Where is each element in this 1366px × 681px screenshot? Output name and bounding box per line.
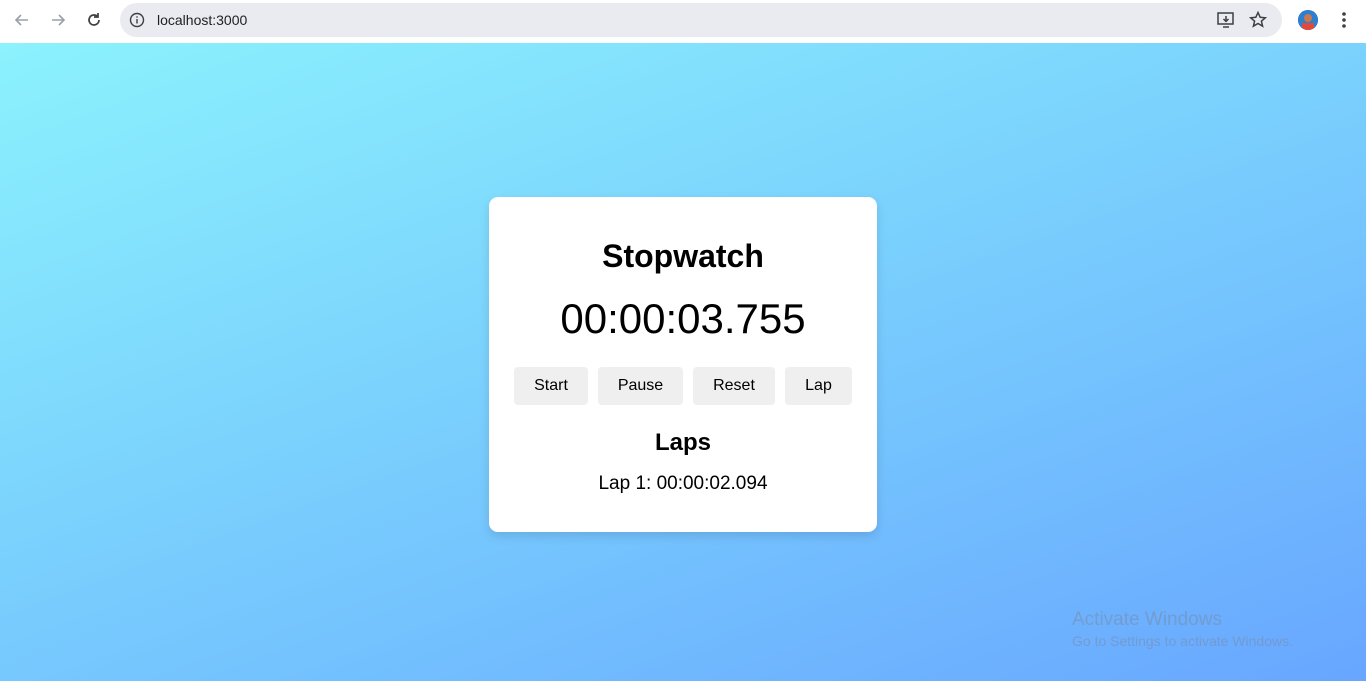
start-button[interactable]: Start bbox=[514, 367, 588, 405]
activate-windows-watermark: Activate Windows Go to Settings to activ… bbox=[1072, 609, 1293, 649]
page-background: Stopwatch 00:00:03.755 Start Pause Reset… bbox=[0, 43, 1366, 681]
reload-icon[interactable] bbox=[82, 8, 106, 32]
page-title: Stopwatch bbox=[602, 238, 764, 274]
pause-button[interactable]: Pause bbox=[598, 367, 683, 405]
address-bar[interactable]: localhost:3000 bbox=[120, 3, 1282, 37]
watermark-subtitle: Go to Settings to activate Windows. bbox=[1072, 633, 1293, 649]
install-app-icon[interactable] bbox=[1216, 10, 1236, 30]
browser-toolbar: localhost:3000 bbox=[0, 0, 1366, 43]
watermark-title: Activate Windows bbox=[1072, 609, 1222, 630]
profile-avatar[interactable] bbox=[1298, 10, 1318, 30]
laps-heading: Laps bbox=[654, 429, 711, 456]
site-info-icon[interactable] bbox=[128, 11, 146, 29]
forward-icon[interactable] bbox=[46, 8, 70, 32]
lap-item: Lap 1: 00:00:02.094 bbox=[598, 473, 768, 494]
stopwatch-card: Stopwatch 00:00:03.755 Start Pause Reset… bbox=[489, 197, 877, 532]
url-text[interactable]: localhost:3000 bbox=[157, 12, 247, 28]
bookmark-star-icon[interactable] bbox=[1248, 10, 1268, 30]
lap-button[interactable]: Lap bbox=[785, 367, 852, 405]
reset-button[interactable]: Reset bbox=[693, 367, 775, 405]
menu-icon[interactable] bbox=[1334, 10, 1354, 30]
back-icon[interactable] bbox=[10, 8, 34, 32]
time-display: 00:00:03.755 bbox=[560, 295, 806, 342]
